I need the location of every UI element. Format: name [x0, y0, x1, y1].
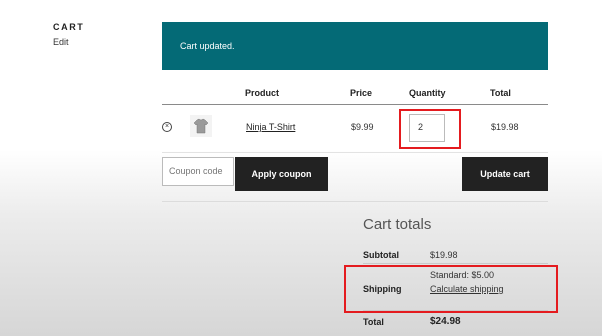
quantity-input[interactable]: [410, 115, 448, 139]
header-quantity: Quantity: [409, 88, 446, 98]
product-thumbnail[interactable]: [190, 115, 212, 137]
shipping-label: Shipping: [363, 284, 402, 294]
header-divider: [162, 104, 548, 105]
row-divider: [162, 152, 548, 153]
cart-section-title: CART: [53, 22, 85, 32]
tshirt-icon: [193, 118, 209, 134]
coupon-input[interactable]: [163, 158, 235, 183]
product-price: $9.99: [351, 122, 374, 132]
coupon-field[interactable]: [162, 157, 235, 186]
product-name-link[interactable]: Ninja T-Shirt: [246, 122, 295, 132]
subtotal-label: Subtotal: [363, 250, 399, 260]
cart-totals-title: Cart totals: [363, 216, 432, 233]
header-total: Total: [490, 88, 511, 98]
calculate-shipping-link[interactable]: Calculate shipping: [430, 284, 504, 294]
header-product: Product: [245, 88, 280, 98]
total-value: $24.98: [430, 316, 461, 327]
apply-coupon-button[interactable]: Apply coupon: [235, 157, 328, 191]
totals-divider: [363, 263, 548, 264]
section-divider: [162, 201, 548, 202]
total-label: Total: [363, 317, 384, 327]
totals-divider: [363, 310, 548, 311]
subtotal-value: $19.98: [430, 250, 458, 260]
line-total: $19.98: [491, 122, 519, 132]
quantity-field[interactable]: [409, 114, 448, 142]
cart-updated-notice: Cart updated.: [162, 22, 548, 70]
header-price: Price: [350, 88, 373, 98]
notice-message: Cart updated.: [180, 41, 235, 51]
remove-item-icon[interactable]: ×: [162, 122, 172, 132]
shipping-option: Standard: $5.00: [430, 270, 495, 280]
edit-link[interactable]: Edit: [53, 37, 69, 47]
update-cart-button[interactable]: Update cart: [462, 157, 548, 191]
